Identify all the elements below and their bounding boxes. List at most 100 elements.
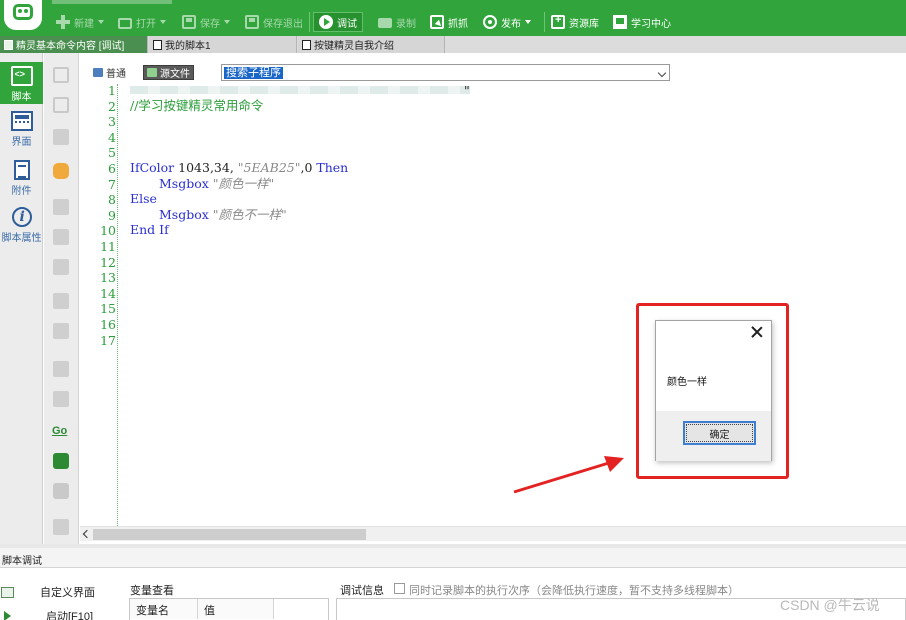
publish-button[interactable]: 发布 [483,12,531,32]
watermark: CSDN @牛云说 [780,597,880,613]
toolbar-separator [309,12,310,32]
goto-icon[interactable]: Go [52,425,68,441]
replace-icon[interactable] [53,483,69,499]
line-number: 8 [108,192,116,208]
resource-library-button[interactable]: 资源库 [551,12,599,32]
save-exit-button[interactable]: 保存退出 [245,12,303,32]
subroutine-search-select[interactable]: 搜索子程序 [221,64,670,81]
record-button[interactable]: 录制 [378,12,416,32]
file-icon [153,39,162,50]
sidebar-item-ui[interactable]: 界面 [0,111,43,148]
editor-horizontal-scrollbar[interactable] [80,526,906,541]
record-order-checkbox[interactable] [394,583,405,594]
redo-icon[interactable] [53,391,69,407]
file-icon [302,39,311,50]
tab-self-intro[interactable]: 按键精灵自我介绍 [298,36,445,53]
screenshot-icon[interactable] [53,519,69,535]
close-icon[interactable] [750,325,764,339]
save-icon [182,15,196,29]
variable-view-label: 变量查看 [130,585,174,597]
line-number: 14 [100,285,116,301]
save-button[interactable]: 保存 [182,12,230,32]
chevron-down-icon [224,20,230,24]
mode-normal-button[interactable]: 普通 [90,65,129,80]
blurred-code-line [130,86,470,94]
line-number: 1 [108,83,116,98]
arrow-down-icon[interactable] [53,67,69,83]
line-number: 6 [108,161,116,176]
paste-icon[interactable] [53,259,69,275]
code-line-1-tail: " [464,83,470,98]
custom-ui-item[interactable]: 自定义界面 [0,583,95,601]
learning-center-button[interactable]: 学习中心 [613,12,671,32]
normal-view-icon [93,68,103,77]
new-button[interactable]: 新建 [56,12,104,32]
code-line-8: Else [130,191,157,206]
tab-basic-commands[interactable]: 精灵基本命令内容 [调试] [0,36,148,53]
chevron-down-icon [160,20,166,24]
main-toolbar: 新建 打开 保存 保存退出 调试 录制 抓抓 发布 资源库 学习中心 [0,0,906,36]
find-icon[interactable] [53,453,69,469]
capture-icon [430,15,444,29]
sidebar-item-script[interactable]: 脚本 [0,62,43,104]
app-logo [4,0,42,30]
dialog-message: 颜色一样 [667,377,707,388]
ok-button[interactable]: 确定 [683,421,756,445]
save-exit-icon [245,15,259,29]
sidebar-item-script-properties[interactable]: 脚本属性 [0,207,43,244]
annotation-arrow [513,456,624,494]
file-tab-bar: 精灵基本命令内容 [调试] 我的脚本1 按键精灵自我介绍 [0,36,906,53]
arrow-up-icon[interactable] [53,97,69,113]
camera-icon [378,18,392,28]
line-number: 12 [100,254,116,270]
debug-button[interactable]: 调试 [313,12,363,32]
tab-my-script[interactable]: 我的脚本1 [149,36,297,53]
line-number: 3 [108,114,116,130]
column-header-value[interactable]: 值 [198,599,274,619]
line-number-gutter: 1 2 3 4 5 6 7 8 9 10 11 12 13 14 15 16 17 [80,83,118,526]
script-icon [10,66,33,86]
copy-icon[interactable] [53,229,69,245]
comment-icon[interactable] [53,293,69,309]
line-number: 5 [108,145,116,161]
cut-icon[interactable] [53,199,69,215]
line-number: 9 [108,207,116,223]
start-debug-item[interactable]: 启动[F10] [0,607,93,620]
play-icon [319,15,333,29]
line-number: 4 [108,129,116,145]
chevron-down-icon [525,20,531,24]
plus-icon [56,15,70,29]
line-number: 7 [108,176,116,192]
capture-button[interactable]: 抓抓 [430,12,468,32]
chevron-down-icon [98,20,104,24]
chevron-down-icon [657,68,667,78]
msgbox-dialog: 颜色一样 确定 [655,320,772,461]
resource-icon [551,14,565,29]
debug-panel-header: 脚本调试 [0,548,906,568]
variable-table: 变量名 值 [129,598,329,620]
open-button[interactable]: 打开 [118,12,166,32]
undo-icon[interactable] [53,361,69,377]
hand-icon[interactable] [53,163,69,179]
column-header-var-name[interactable]: 变量名 [130,599,198,619]
window-icon [1,586,14,598]
ui-icon [10,111,33,131]
book-icon [613,15,627,29]
info-icon [11,207,32,227]
attachment-icon [13,160,30,180]
code-line-6: IfColor 1043,34, "5EAB25",0 Then [130,160,349,175]
window-title-blurred [52,0,172,4]
uncomment-icon[interactable] [53,323,69,339]
line-number: 2 [108,98,116,114]
scroll-left-icon[interactable] [81,529,91,539]
editor-header: 普通 源文件 搜索子程序 [80,62,906,82]
scrollbar-thumb[interactable] [93,529,366,540]
delete-icon[interactable] [53,129,69,145]
folder-icon [118,17,132,29]
line-number: 13 [100,270,116,286]
file-icon [4,39,13,50]
mode-source-button[interactable]: 源文件 [143,65,194,80]
code-line-9: Msgbox "颜色不一样" [159,207,287,222]
debug-info-label: 调试信息 [340,585,384,597]
sidebar-item-attachment[interactable]: 附件 [0,160,43,197]
